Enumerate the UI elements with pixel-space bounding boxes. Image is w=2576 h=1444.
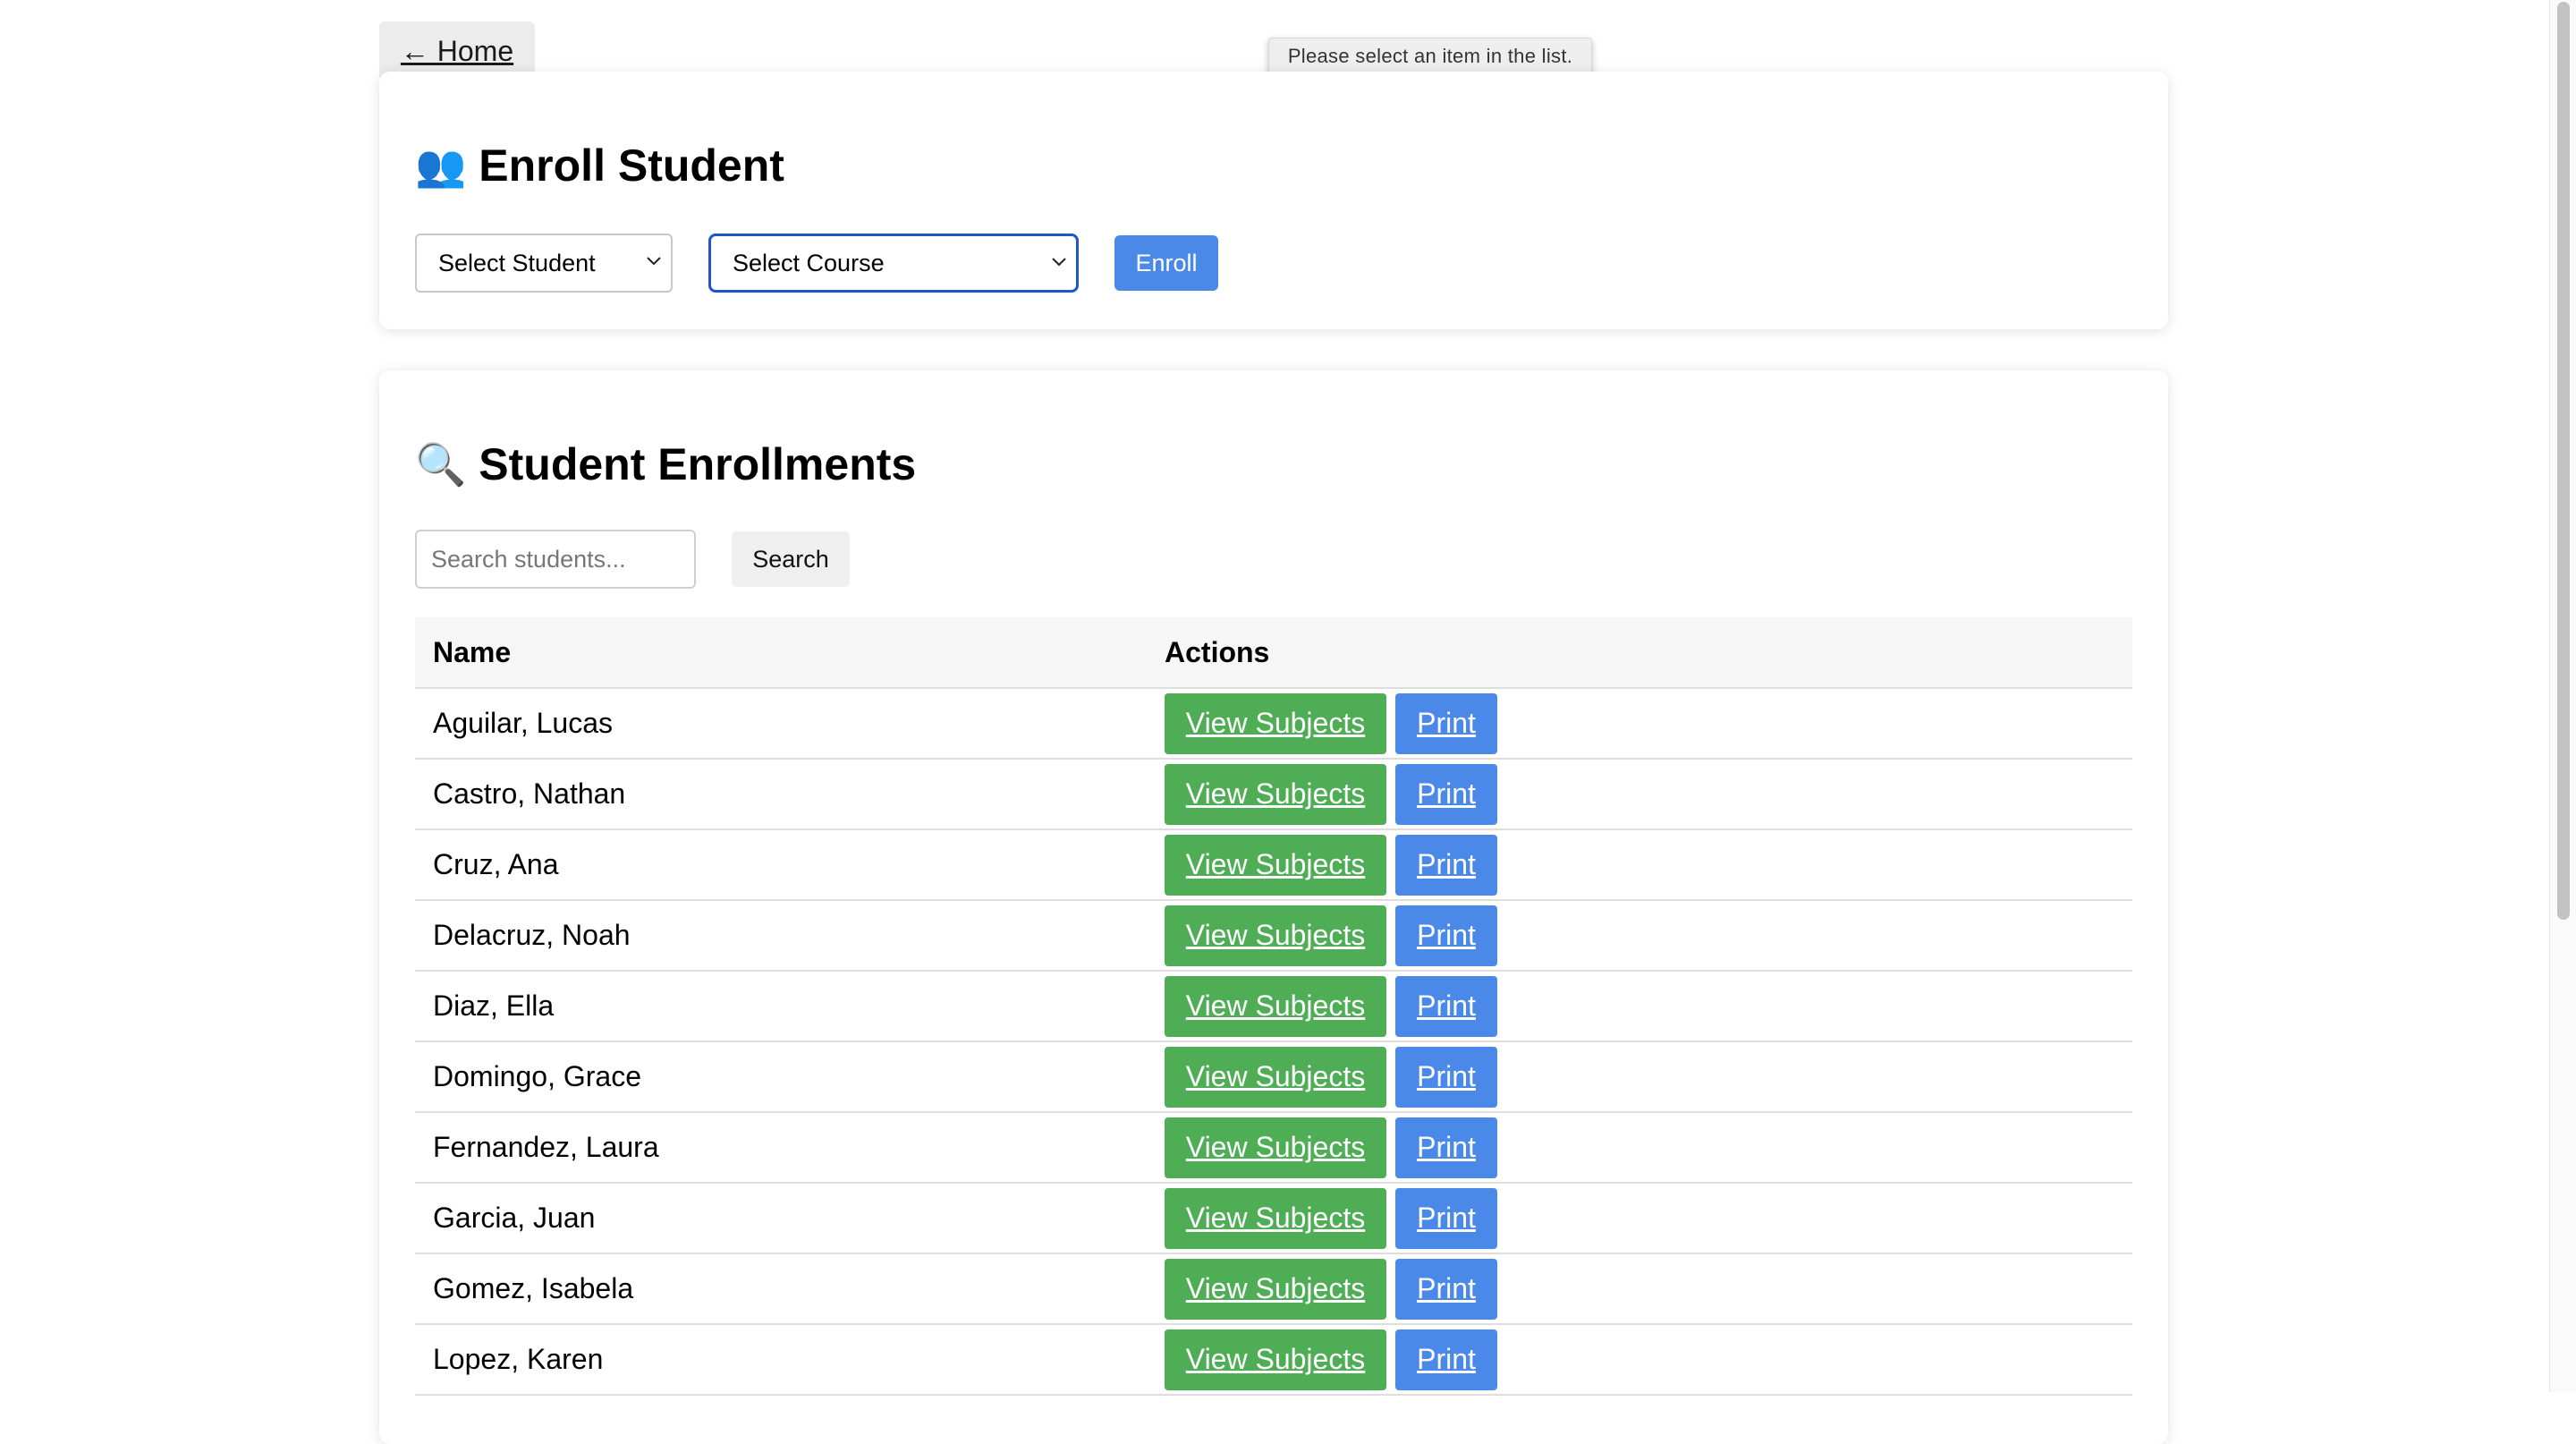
table-row: Lopez, Karen View Subjects Print xyxy=(415,1324,2132,1396)
chevron-down-icon xyxy=(644,251,664,271)
chevron-down-icon xyxy=(1049,252,1069,272)
course-select-value: Select Course xyxy=(733,249,885,276)
student-name: Cruz, Ana xyxy=(415,829,1147,901)
view-subjects-button[interactable]: View Subjects xyxy=(1165,1046,1386,1108)
scrollbar-thumb[interactable] xyxy=(2557,2,2570,920)
student-name: Gomez, Isabela xyxy=(415,1253,1147,1325)
view-subjects-button[interactable]: View Subjects xyxy=(1165,905,1386,966)
view-subjects-button[interactable]: View Subjects xyxy=(1165,1187,1386,1249)
student-enrollments-title: 🔍 Student Enrollments xyxy=(415,438,916,490)
column-header-actions: Actions xyxy=(1147,617,2132,689)
print-button[interactable]: Print xyxy=(1395,975,1497,1037)
print-button[interactable]: Print xyxy=(1395,1329,1497,1390)
table-row: Castro, Nathan View Subjects Print xyxy=(415,759,2132,830)
enroll-student-title: 👥 Enroll Student xyxy=(415,140,784,191)
enrollments-table: Name Actions Aguilar, Lucas View Subject… xyxy=(415,617,2132,1396)
student-name: Diaz, Ella xyxy=(415,971,1147,1042)
table-row: Delacruz, Noah View Subjects Print xyxy=(415,900,2132,972)
student-select[interactable]: Select Student xyxy=(415,234,673,293)
page-scrollbar[interactable] xyxy=(2549,0,2576,1392)
users-icon: 👥 xyxy=(415,141,467,189)
print-button[interactable]: Print xyxy=(1395,834,1497,896)
table-row: Diaz, Ella View Subjects Print xyxy=(415,971,2132,1042)
student-name: Garcia, Juan xyxy=(415,1183,1147,1254)
student-name: Aguilar, Lucas xyxy=(415,688,1147,760)
enroll-button[interactable]: Enroll xyxy=(1114,235,1218,291)
student-name: Lopez, Karen xyxy=(415,1324,1147,1396)
view-subjects-button[interactable]: View Subjects xyxy=(1165,1329,1386,1390)
view-subjects-button[interactable]: View Subjects xyxy=(1165,1117,1386,1178)
validation-tooltip: Please select an item in the list. xyxy=(1268,38,1592,75)
search-button[interactable]: Search xyxy=(732,531,850,587)
view-subjects-button[interactable]: View Subjects xyxy=(1165,975,1386,1037)
print-button[interactable]: Print xyxy=(1395,905,1497,966)
view-subjects-button[interactable]: View Subjects xyxy=(1165,1258,1386,1320)
enrollments-title-text: Student Enrollments xyxy=(479,439,917,489)
enroll-title-text: Enroll Student xyxy=(479,140,784,191)
table-row: Domingo, Grace View Subjects Print xyxy=(415,1041,2132,1113)
enroll-student-card: 👥 Enroll Student Select Student Select C… xyxy=(379,72,2168,329)
student-select-value: Select Student xyxy=(438,249,596,276)
student-enrollments-card: 🔍 Student Enrollments Search Name Action… xyxy=(379,370,2168,1444)
student-name: Domingo, Grace xyxy=(415,1041,1147,1113)
student-name: Castro, Nathan xyxy=(415,759,1147,830)
student-name: Delacruz, Noah xyxy=(415,900,1147,972)
print-button[interactable]: Print xyxy=(1395,1187,1497,1249)
table-row: Cruz, Ana View Subjects Print xyxy=(415,829,2132,901)
table-row: Fernandez, Laura View Subjects Print xyxy=(415,1112,2132,1184)
print-button[interactable]: Print xyxy=(1395,1117,1497,1178)
table-row: Garcia, Juan View Subjects Print xyxy=(415,1183,2132,1254)
print-button[interactable]: Print xyxy=(1395,763,1497,825)
view-subjects-button[interactable]: View Subjects xyxy=(1165,692,1386,754)
magnifier-icon: 🔍 xyxy=(415,440,467,488)
print-button[interactable]: Print xyxy=(1395,1258,1497,1320)
student-name: Fernandez, Laura xyxy=(415,1112,1147,1184)
print-button[interactable]: Print xyxy=(1395,1046,1497,1108)
table-row: Aguilar, Lucas View Subjects Print xyxy=(415,688,2132,760)
table-header-row: Name Actions xyxy=(415,617,2132,689)
course-select[interactable]: Select Course xyxy=(708,234,1079,293)
view-subjects-button[interactable]: View Subjects xyxy=(1165,834,1386,896)
search-input[interactable] xyxy=(415,530,696,589)
column-header-name: Name xyxy=(415,617,1147,689)
print-button[interactable]: Print xyxy=(1395,692,1497,754)
table-row: Gomez, Isabela View Subjects Print xyxy=(415,1253,2132,1325)
view-subjects-button[interactable]: View Subjects xyxy=(1165,763,1386,825)
